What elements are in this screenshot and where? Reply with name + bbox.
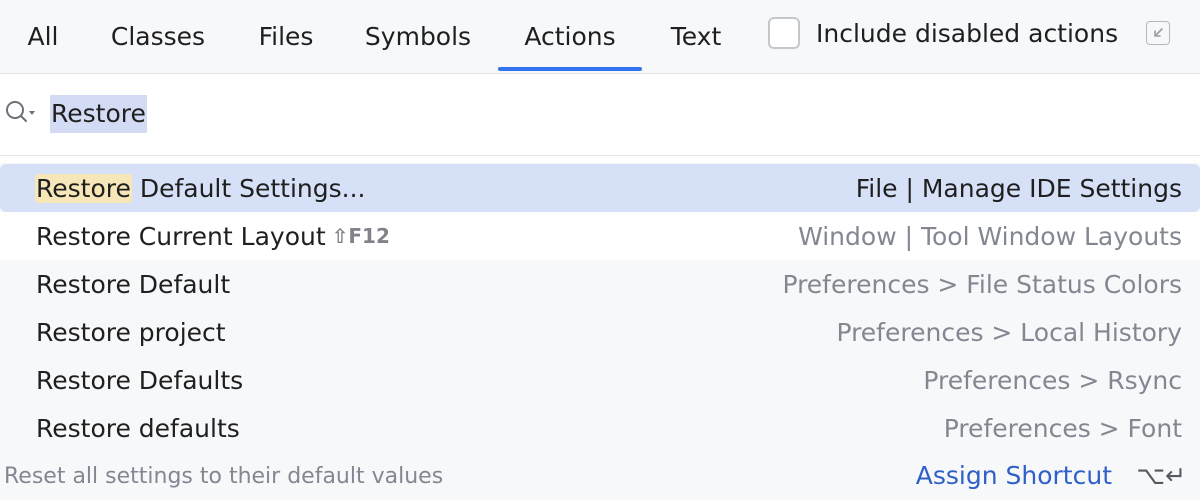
result-name: Restore Defaults [36, 365, 244, 395]
tab-files[interactable]: Files [246, 0, 326, 72]
tab-label: Actions [524, 21, 616, 51]
tab-label: Text [670, 21, 722, 51]
result-shortcut: ⇧F12 [331, 224, 390, 248]
result-row[interactable]: Restore Defaults Preferences > Rsync [0, 356, 1200, 404]
include-disabled-toggle[interactable]: Include disabled actions [768, 17, 1118, 49]
tab-all[interactable]: All [16, 0, 70, 72]
result-name: Restore Default [36, 269, 231, 299]
search-icon[interactable] [4, 98, 40, 128]
result-location: Preferences > Rsync [923, 365, 1182, 395]
search-bar: Restore [0, 74, 1200, 156]
result-location: Window | Tool Window Layouts [798, 221, 1182, 251]
tab-label: Files [258, 21, 314, 51]
result-name: Restore defaults [36, 413, 240, 443]
result-row[interactable]: Restore Current Layout ⇧F12 Window | Tool… [0, 212, 1200, 260]
tab-actions[interactable]: Actions [498, 0, 642, 72]
open-in-window-button[interactable] [1146, 21, 1170, 45]
tab-bar: All Classes Files Symbols Actions Text I… [0, 0, 1200, 74]
result-name-rest: Default Settings... [131, 173, 366, 203]
result-location: File | Manage IDE Settings [855, 173, 1182, 203]
tab-label: Symbols [364, 21, 472, 51]
tab-text[interactable]: Text [660, 0, 732, 72]
result-row[interactable]: Restore Default Preferences > File Statu… [0, 260, 1200, 308]
tab-label: Classes [110, 21, 206, 51]
footer-bar: Reset all settings to their default valu… [0, 452, 1200, 500]
tab-classes[interactable]: Classes [100, 0, 216, 72]
assign-shortcut-keys: ⌥↵ [1136, 461, 1186, 490]
result-location: Preferences > File Status Colors [782, 269, 1182, 299]
result-name: Restore Current Layout ⇧F12 [36, 222, 390, 251]
result-location: Preferences > Font [943, 413, 1182, 443]
result-match-highlight: Restore [35, 173, 132, 203]
result-row[interactable]: Restore Default Settings... File | Manag… [0, 164, 1200, 212]
result-location: Preferences > Local History [836, 317, 1182, 347]
result-name: Restore project [36, 317, 226, 347]
result-name: Restore Default Settings... [35, 173, 366, 203]
action-description: Reset all settings to their default valu… [4, 464, 444, 489]
result-row[interactable]: Restore project Preferences > Local Hist… [0, 308, 1200, 356]
arrow-down-left-icon [1154, 28, 1163, 37]
result-name-text: Restore Current Layout [36, 221, 326, 251]
assign-shortcut-link[interactable]: Assign Shortcut [916, 461, 1112, 490]
tab-label: All [27, 21, 59, 51]
search-input[interactable]: Restore [50, 95, 147, 133]
include-disabled-checkbox[interactable] [768, 17, 800, 49]
results-list: Restore Default Settings... File | Manag… [0, 163, 1200, 452]
include-disabled-label: Include disabled actions [816, 18, 1119, 48]
tab-symbols[interactable]: Symbols [356, 0, 480, 72]
result-row[interactable]: Restore defaults Preferences > Font [0, 404, 1200, 452]
